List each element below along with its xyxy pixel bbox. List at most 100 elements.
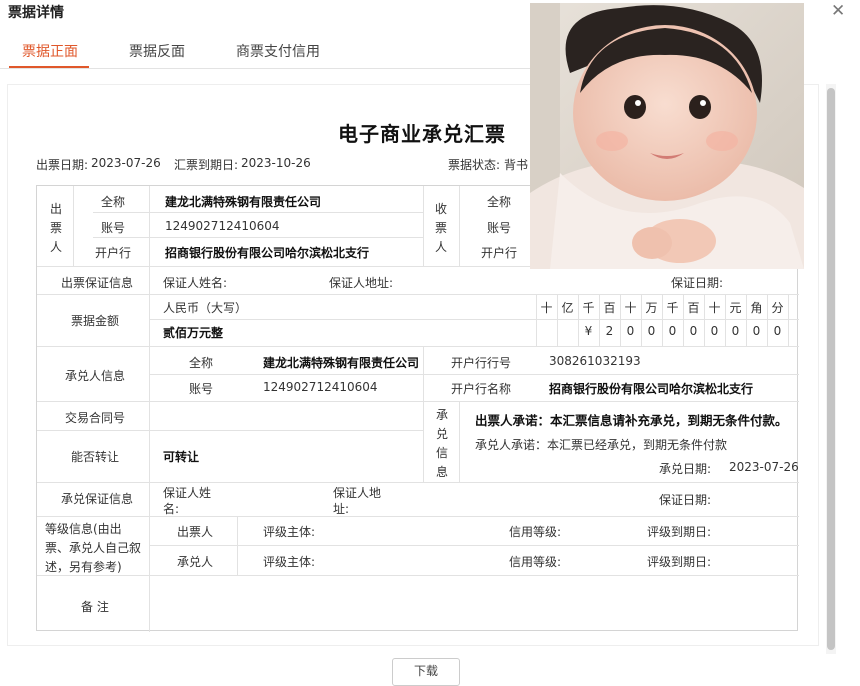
scrollbar-thumb[interactable]	[827, 88, 835, 650]
accept-guarantor-address-label: 保证人地	[333, 486, 382, 500]
amount-digit: 0	[668, 324, 677, 338]
rating-acceptor-expiry-label: 评级到期日:	[647, 555, 712, 569]
amount-unit: 角	[750, 301, 763, 315]
dialog-title: 票据详情	[8, 5, 64, 21]
divider	[73, 186, 74, 266]
drawer-account: 124902712410604	[165, 219, 280, 233]
status-label: 票据状态:	[448, 158, 501, 172]
amount-unit: 万	[645, 301, 658, 315]
issue-guarantee-label: 出票保证信息	[61, 276, 134, 290]
transferable-label: 能否转让	[71, 450, 120, 464]
drawer-bank: 招商银行股份有限公司哈尔滨松北支行	[165, 246, 370, 260]
accept-guarantor-name-label: 保证人姓	[163, 486, 212, 500]
divider	[423, 186, 424, 266]
amount-unit: 千	[582, 301, 595, 315]
rating-acceptor-credit-label: 信用等级:	[509, 555, 562, 569]
divider	[237, 516, 238, 575]
payee-account-label: 账号	[487, 221, 512, 235]
rating-drawer-subject-label: 评级主体:	[263, 525, 316, 539]
amount-digit: 0	[773, 324, 782, 338]
divider	[423, 401, 424, 482]
acceptor-promise: 承兑人承诺：本汇票已经承兑，到期无条件付款	[475, 438, 728, 452]
amount-unit: 亿	[561, 301, 574, 315]
amount-digit: 0	[710, 324, 719, 338]
baby-photo-illustration	[530, 3, 804, 269]
drawer-bank-label: 开户行	[95, 246, 132, 260]
accept-guarantee-label: 承兑保证信息	[61, 492, 134, 506]
tab-bill-back[interactable]: 票据反面	[129, 41, 185, 61]
rating-acceptor-subject-label: 评级主体:	[263, 555, 316, 569]
remarks-label: 备 注	[81, 600, 109, 614]
issue-guarantor-address-label: 保证人地址:	[329, 276, 394, 290]
divider	[37, 516, 799, 517]
amount-words: 贰佰万元整	[163, 326, 224, 340]
drawer-section-label: 出票人	[49, 202, 62, 254]
accept-guarantor-name-label-cont: 名:	[163, 502, 180, 516]
divider	[149, 374, 799, 375]
divider	[37, 430, 423, 431]
amount-digit: 0	[689, 324, 698, 338]
divider	[459, 401, 460, 482]
issue-date: 2023-07-26	[91, 156, 161, 170]
acceptance-section-label: 承兑信息	[435, 408, 448, 479]
drawer-name-label: 全称	[101, 195, 126, 209]
amount-digit: 0	[731, 324, 740, 338]
acceptor-bank-name-label: 开户行名称	[451, 382, 512, 396]
amount-unit: 百	[603, 301, 616, 315]
payee-section-label: 收票人	[434, 202, 447, 254]
divider	[37, 294, 799, 295]
acceptance-date: 2023-07-26	[729, 460, 799, 474]
accept-guarantor-address-label-cont: 址:	[333, 502, 350, 516]
amount-unit: 十	[540, 301, 553, 315]
drawer-promise: 出票人承诺：本汇票信息请补充承兑，到期无条件付款。	[475, 413, 788, 428]
acceptor-name: 建龙北满特殊钢有限责任公司	[263, 356, 420, 370]
accept-guarantee-date-label: 保证日期:	[659, 493, 712, 507]
rating-label: 等级信息(由出 票、承兑人自己叙 述，另有参考)	[45, 522, 142, 574]
amount-digit: 2	[605, 324, 614, 338]
issue-guarantor-name-label: 保证人姓名:	[163, 276, 228, 290]
overlay-photo	[530, 3, 804, 269]
acceptor-name-label: 全称	[189, 356, 214, 370]
due-date-label: 汇票到期日:	[174, 158, 239, 172]
divider	[93, 212, 423, 213]
divider	[37, 575, 799, 576]
payee-name-label: 全称	[487, 195, 512, 209]
divider	[149, 545, 799, 546]
amount-unit: 十	[708, 301, 721, 315]
tab-commercial-credit[interactable]: 商票支付信用	[236, 41, 320, 61]
close-icon[interactable]: ✕	[831, 1, 845, 21]
divider	[149, 319, 799, 320]
rating-acceptor-label: 承兑人	[177, 555, 214, 569]
divider	[93, 237, 423, 238]
contract-label: 交易合同号	[65, 411, 126, 425]
amount-unit: 元	[729, 301, 742, 315]
divider	[788, 294, 789, 346]
download-button[interactable]: 下载	[392, 658, 460, 686]
acceptor-account: 124902712410604	[263, 380, 378, 394]
issue-date-label: 出票日期:	[36, 158, 89, 172]
rating-drawer-expiry-label: 评级到期日:	[647, 525, 712, 539]
due-date: 2023-10-26	[241, 156, 311, 170]
acceptance-date-label: 承兑日期:	[659, 462, 712, 476]
acceptor-label: 承兑人信息	[65, 369, 126, 383]
tab-bill-front[interactable]: 票据正面	[22, 41, 78, 61]
amount-digit: 0	[752, 324, 761, 338]
rating-drawer-credit-label: 信用等级:	[509, 525, 562, 539]
amount-unit: 分	[771, 301, 784, 315]
rating-drawer-label: 出票人	[177, 525, 214, 539]
bill-title: 电子商业承兑汇票	[338, 122, 506, 146]
amount-label: 票据金额	[71, 314, 120, 328]
amount-digit: ¥	[584, 324, 593, 338]
payee-bank-label: 开户行	[481, 246, 518, 260]
amount-digit: 0	[647, 324, 656, 338]
issue-guarantee-date-label: 保证日期:	[671, 276, 724, 290]
divider	[423, 346, 424, 401]
divider	[37, 482, 799, 483]
drawer-name: 建龙北满特殊钢有限责任公司	[165, 195, 322, 209]
transferable-value: 可转让	[163, 450, 200, 464]
acceptor-bank-no: 308261032193	[549, 354, 641, 368]
acceptor-account-label: 账号	[189, 382, 214, 396]
divider	[459, 186, 460, 266]
drawer-account-label: 账号	[101, 221, 126, 235]
divider	[37, 401, 799, 402]
